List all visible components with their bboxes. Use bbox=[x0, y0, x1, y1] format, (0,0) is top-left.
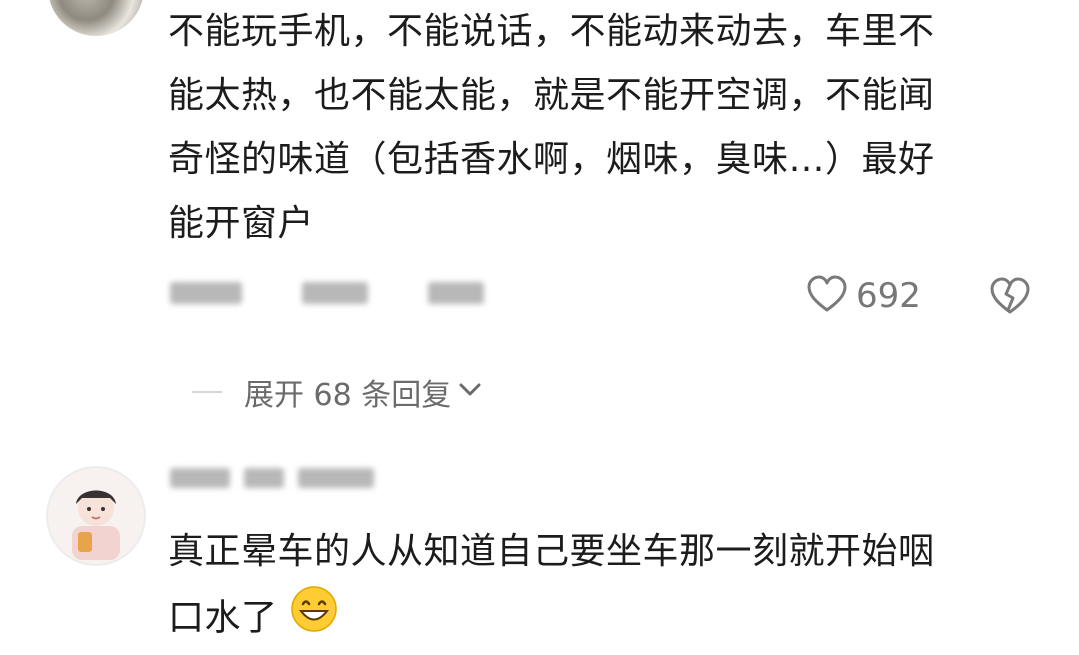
comment-line: 口水了 bbox=[168, 584, 1048, 655]
comment-line: 不能玩手机，不能说话，不能动来动去，车里不 bbox=[168, 11, 935, 52]
blurred-meta-segment bbox=[170, 468, 230, 488]
divider bbox=[192, 391, 222, 393]
heart-outline-icon bbox=[806, 274, 848, 318]
comment-line-text: 口水了 bbox=[168, 597, 278, 639]
comment-line: 能开窗户 bbox=[168, 203, 315, 244]
chevron-down-icon bbox=[457, 379, 483, 405]
comment-body: 真正晕车的人从知道自己要坐车那一刻就开始咽 口水了 bbox=[168, 520, 1048, 655]
like-count: 692 bbox=[856, 276, 921, 316]
like-button[interactable]: 692 bbox=[806, 274, 921, 318]
blurred-meta-segment bbox=[170, 282, 242, 304]
comment-line: 奇怪的味道（包括香水啊，烟味，臭味…）最好 bbox=[168, 139, 935, 180]
commenter-username-blurred[interactable] bbox=[170, 468, 374, 488]
commenter-avatar[interactable] bbox=[46, 466, 146, 566]
broken-heart-icon bbox=[988, 277, 1032, 320]
comment-line: 能太热，也不能太能，就是不能开空调，不能闻 bbox=[168, 75, 935, 116]
comment-body: 不能玩手机，不能说话，不能动来动去，车里不 能太热，也不能太能，就是不能开空调，… bbox=[168, 0, 1048, 256]
blurred-meta-segment bbox=[302, 282, 368, 304]
blurred-meta-segment bbox=[298, 468, 374, 488]
comment-line: 真正晕车的人从知道自己要坐车那一刻就开始咽 bbox=[168, 531, 935, 572]
expand-replies-button[interactable]: 展开 68 条回复 bbox=[192, 370, 483, 414]
dislike-button[interactable] bbox=[988, 276, 1032, 320]
blurred-meta-segment bbox=[244, 468, 284, 488]
commenter-avatar[interactable] bbox=[48, 0, 144, 36]
blurred-meta-segment bbox=[428, 282, 484, 304]
grinning-face-emoji-icon bbox=[289, 584, 339, 655]
comment-meta-blurred bbox=[170, 276, 484, 310]
expand-replies-label: 展开 68 条回复 bbox=[244, 378, 452, 413]
